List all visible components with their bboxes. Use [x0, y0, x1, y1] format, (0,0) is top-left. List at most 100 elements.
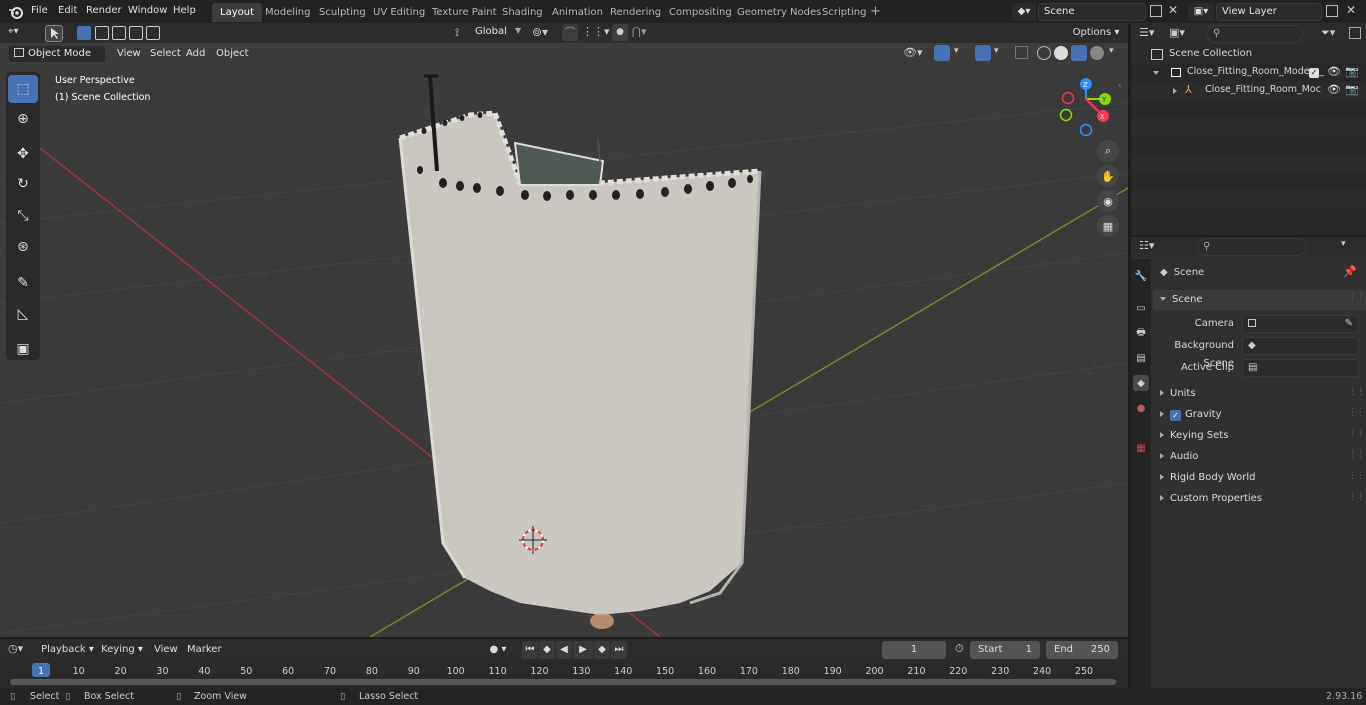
pan-view-icon[interactable]: ✋ — [1097, 165, 1119, 187]
transform-tool-icon[interactable]: ⊛ — [8, 233, 38, 261]
expand-icon[interactable] — [1173, 88, 1177, 94]
properties-editor-type-icon[interactable]: ☷▾ — [1139, 239, 1154, 252]
filter-icon[interactable]: ⏷▾ — [1321, 26, 1335, 40]
viewport-menu-add[interactable]: Add — [181, 43, 210, 65]
overlay-dropdown-icon[interactable]: ▾ — [994, 46, 999, 56]
camera-field[interactable]: ✎ — [1242, 315, 1359, 333]
tab-compositing[interactable]: Compositing — [661, 3, 740, 22]
jump-start-icon[interactable]: ⏮ — [522, 641, 538, 659]
drag-handle-icon[interactable]: ⋮⋮⋮ — [1348, 408, 1366, 418]
jump-next-keyframe-icon[interactable]: ◆ — [594, 641, 610, 659]
rotate-tool-icon[interactable]: ↻ — [8, 170, 38, 198]
tab-uv-editing[interactable]: UV Editing — [365, 3, 433, 22]
section-custom-properties[interactable]: Custom Properties — [1160, 490, 1262, 508]
gravity-checkbox[interactable]: ✓ — [1170, 410, 1181, 421]
pivot-point-icon[interactable]: ⊚▾ — [532, 25, 548, 39]
snap-toggle-icon[interactable]: ⌒ — [562, 24, 578, 41]
tool-tab-icon[interactable]: 🔧 — [1133, 268, 1149, 284]
section-audio[interactable]: Audio — [1160, 448, 1198, 466]
viewport-menu-object[interactable]: Object — [211, 43, 254, 65]
tab-rendering[interactable]: Rendering — [602, 3, 669, 22]
tab-modeling[interactable]: Modeling — [257, 3, 319, 22]
view-layer-tab-icon[interactable]: ▤ — [1133, 350, 1149, 366]
select-mode-extend-icon[interactable] — [95, 26, 109, 40]
drag-handle-icon[interactable]: ⋮⋮⋮ — [1348, 471, 1366, 481]
select-cursor-icon[interactable] — [45, 25, 63, 42]
annotate-tool-icon[interactable]: ✎ — [8, 269, 38, 297]
view-layer-field[interactable]: View Layer — [1216, 3, 1322, 21]
measure-tool-icon[interactable]: ◺ — [8, 300, 38, 328]
render-camera-icon[interactable]: 📷 — [1345, 65, 1359, 78]
ortho-toggle-icon[interactable]: ▦ — [1097, 215, 1119, 237]
drag-handle-icon[interactable]: ⋮⋮⋮ — [1348, 429, 1366, 439]
overlay-toggle-icon[interactable] — [975, 45, 991, 61]
exclude-checkbox-icon[interactable]: ✓ — [1309, 68, 1319, 78]
keying-menu[interactable]: Keying ▾ — [99, 641, 145, 659]
menu-file[interactable]: File — [26, 0, 53, 22]
tab-layout[interactable]: Layout — [212, 3, 262, 22]
drag-handle-icon[interactable]: ⋮⋮⋮ — [1348, 387, 1366, 397]
outliner-editor-type-icon[interactable]: ☰▾ — [1139, 26, 1154, 39]
add-cube-tool-icon[interactable]: ▣ — [8, 335, 38, 363]
material-shading-icon[interactable] — [1071, 45, 1087, 61]
move-tool-icon[interactable]: ✥ — [8, 140, 38, 168]
select-mode-invert-icon[interactable] — [129, 26, 143, 40]
viewport-menu-view[interactable]: View — [112, 43, 146, 65]
shading-dropdown-icon[interactable]: ▾ — [1109, 46, 1114, 56]
menu-help[interactable]: Help — [168, 0, 201, 22]
background-scene-field[interactable]: ◆ — [1242, 337, 1359, 355]
scene-selector-icon[interactable]: ◆▾ — [1012, 3, 1036, 21]
play-icon[interactable]: ▶ — [573, 641, 593, 659]
select-mode-new-icon[interactable] — [77, 26, 91, 40]
solid-shading-icon[interactable] — [1054, 46, 1068, 60]
scale-tool-icon[interactable]: ⤡ — [8, 202, 38, 230]
select-mode-subtract-icon[interactable] — [112, 26, 126, 40]
proportional-edit-icon[interactable]: ● — [612, 24, 628, 41]
options-dropdown[interactable]: Options ▾ — [1070, 24, 1122, 42]
wireframe-shading-icon[interactable] — [1037, 46, 1051, 60]
section-keying-sets[interactable]: Keying Sets — [1160, 427, 1228, 445]
timeline-menu-marker[interactable]: Marker — [182, 639, 227, 661]
jump-prev-keyframe-icon[interactable]: ◆ — [539, 641, 555, 659]
add-workspace-icon[interactable]: + — [870, 4, 881, 19]
drag-handle-icon[interactable]: ⋮⋮⋮ — [1348, 492, 1366, 502]
remove-view-layer-icon[interactable]: ✕ — [1346, 3, 1356, 17]
new-collection-icon[interactable] — [1349, 27, 1361, 39]
play-reverse-icon[interactable]: ◀ — [556, 641, 572, 659]
tab-shading[interactable]: Shading — [494, 3, 551, 22]
menu-edit[interactable]: Edit — [53, 0, 82, 22]
jump-end-icon[interactable]: ⏭ — [611, 641, 627, 659]
tab-scripting[interactable]: Scripting — [814, 3, 874, 22]
snap-element-icon[interactable]: ⋮⋮▾ — [582, 25, 610, 38]
auto-keying-toggle[interactable]: ● ▾ — [481, 641, 515, 659]
pin-icon[interactable]: 📌 — [1343, 265, 1357, 278]
zoom-view-icon[interactable]: ⌕ — [1097, 140, 1119, 162]
remove-scene-icon[interactable]: ✕ — [1168, 3, 1178, 17]
scene-name-field[interactable]: Scene — [1038, 3, 1146, 21]
sidebar-toggle-icon[interactable]: ‹ — [1118, 81, 1122, 91]
new-view-layer-icon[interactable] — [1326, 5, 1338, 17]
outliner-search-input[interactable]: ⚲ — [1207, 25, 1303, 43]
cursor-tool-icon[interactable]: ⊕ — [8, 105, 38, 133]
3d-viewport[interactable]: Z Y X User Perspective (1) Scene Collect… — [0, 43, 1128, 637]
new-scene-icon[interactable] — [1150, 5, 1162, 17]
collapse-icon[interactable] — [1153, 71, 1159, 75]
select-mode-intersect-icon[interactable] — [146, 26, 160, 40]
menu-render[interactable]: Render — [81, 0, 127, 22]
rendered-shading-icon[interactable] — [1090, 46, 1104, 60]
active-clip-field[interactable]: ▤ — [1242, 359, 1359, 377]
proportional-falloff-icon[interactable]: ⋂▾ — [632, 25, 647, 38]
timeline-menu-view[interactable]: View — [149, 639, 183, 661]
current-frame-field[interactable]: 1 — [882, 641, 946, 659]
end-frame-field[interactable]: End 250 — [1046, 641, 1118, 659]
camera-view-icon[interactable]: ◉ — [1097, 190, 1119, 212]
view-layer-selector-icon[interactable]: ▣▾ — [1188, 3, 1214, 21]
tab-texture-paint[interactable]: Texture Paint — [424, 3, 505, 22]
preview-range-icon[interactable]: ⏱ — [955, 642, 964, 656]
gizmo-dropdown-icon[interactable]: ▾ — [954, 46, 959, 56]
outliner-row-collection[interactable]: Close_Fitting_Room_Modern_ ✓ 👁 📷 — [1131, 64, 1366, 82]
select-box-tool-icon[interactable]: ⬚ — [8, 75, 38, 103]
display-mode-icon[interactable]: ▣▾ — [1169, 26, 1185, 39]
render-tab-icon[interactable]: ▭ — [1133, 300, 1149, 316]
texture-tab-icon[interactable]: ▦ — [1133, 440, 1149, 456]
